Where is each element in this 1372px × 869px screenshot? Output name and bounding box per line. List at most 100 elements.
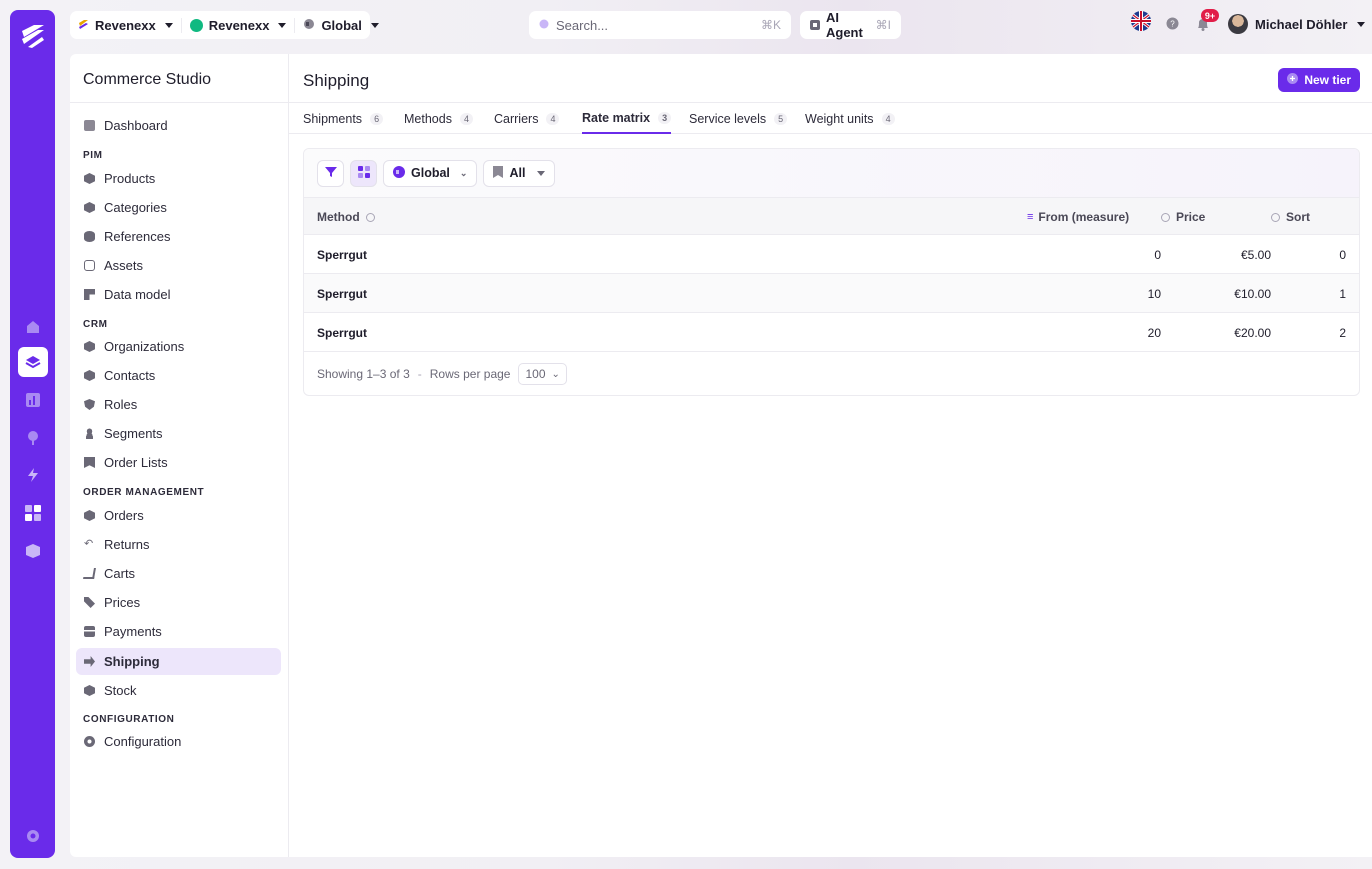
tab-label: Methods	[404, 111, 452, 126]
tab-carriers[interactable]: Carriers 4	[494, 103, 560, 134]
user-menu[interactable]: Michael Döhler	[1228, 14, 1366, 34]
agent-shortcut: ⌘I	[875, 18, 891, 32]
home-icon[interactable]	[18, 312, 48, 342]
sidebar-item-label: Dashboard	[104, 118, 168, 133]
tab-service-levels[interactable]: Service levels 5	[689, 103, 788, 134]
notification-badge: 9+	[1201, 9, 1219, 22]
sidebar-item-payments[interactable]: Payments	[76, 618, 281, 645]
tab-shipments[interactable]: Shipments 6	[303, 103, 384, 134]
new-tier-button[interactable]: New tier	[1278, 68, 1360, 92]
tab-methods[interactable]: Methods 4	[404, 103, 473, 134]
chevron-down-icon	[1357, 21, 1366, 27]
sidebar-item-shipping[interactable]: Shipping	[76, 648, 281, 675]
cell-from: 20	[1147, 326, 1161, 340]
sidebar-item-orders[interactable]: Orders	[76, 502, 281, 529]
table-row[interactable]: Sperrgut 10 €10.00 1	[304, 274, 1359, 313]
column-sort[interactable]: Sort	[1271, 210, 1310, 224]
category-cube-icon	[84, 202, 95, 213]
tab-rate-matrix[interactable]: Rate matrix 3	[582, 103, 672, 134]
sidebar-item-order-lists[interactable]: Order Lists	[76, 449, 281, 476]
sidebar-item-label: Orders	[104, 508, 144, 523]
sidebar-item-prices[interactable]: Prices	[76, 589, 281, 616]
bookmark-filter-select[interactable]: All	[483, 159, 556, 187]
dashboard-icon	[84, 120, 95, 131]
scope-filter-label: Global	[411, 166, 450, 180]
sidebar-item-label: Products	[104, 171, 156, 186]
gear-icon	[84, 736, 95, 747]
layers-icon[interactable]	[18, 347, 48, 377]
uk-flag-icon[interactable]	[1131, 11, 1151, 31]
tab-weight-units[interactable]: Weight units 4	[805, 103, 895, 134]
scope-filter-select[interactable]: Global ⌄	[383, 159, 478, 187]
column-from[interactable]: ≡ From (measure)	[1027, 210, 1129, 224]
search-placeholder: Search...	[556, 17, 609, 33]
tab-count: 5	[774, 112, 788, 125]
sidebar-item-label: Configuration	[104, 734, 182, 749]
table-row[interactable]: Sperrgut 20 €20.00 2	[304, 313, 1359, 352]
cell-sort: 2	[1339, 326, 1346, 340]
sort-descending-icon: ≡	[1027, 211, 1034, 223]
apps-icon[interactable]	[18, 498, 48, 528]
sidebar-item-organizations[interactable]: Organizations	[76, 333, 281, 360]
grid-view-icon	[357, 165, 370, 181]
filter-button[interactable]	[317, 159, 344, 187]
org-label: Revenexx	[95, 17, 156, 33]
sidebar-item-assets[interactable]: Assets	[76, 252, 281, 279]
chevron-down-icon: ⌄	[459, 167, 468, 178]
cell-method: Sperrgut	[317, 248, 368, 262]
ai-agent-button[interactable]: AI Agent ⌘I	[800, 10, 901, 40]
sidebar-item-stock[interactable]: Stock	[76, 677, 281, 704]
scope-selector[interactable]: Global	[294, 17, 386, 33]
chevron-down-icon	[537, 170, 546, 176]
cart-icon	[83, 568, 96, 579]
cube-icon	[84, 173, 95, 184]
sidebar-item-products[interactable]: Products	[76, 165, 281, 192]
cell-price: €10.00	[1234, 287, 1271, 301]
chevron-down-icon: ⌄	[551, 368, 560, 380]
sidebar-item-returns[interactable]: ↶ Returns	[76, 531, 281, 558]
bolt-icon[interactable]	[18, 460, 48, 490]
sidebar-item-data-model[interactable]: Data model	[76, 281, 281, 308]
filter-funnel-icon	[324, 166, 337, 181]
sidebar-item-segments[interactable]: Segments	[76, 420, 281, 447]
image-icon	[84, 260, 95, 271]
search-input[interactable]: Search... ⌘K	[529, 11, 791, 39]
sidebar-item-carts[interactable]: Carts	[76, 560, 281, 587]
cell-sort: 1	[1339, 287, 1346, 301]
cube-icon[interactable]	[18, 536, 48, 566]
tab-count: 4	[881, 112, 895, 125]
tab-label: Carriers	[494, 111, 539, 126]
column-method[interactable]: Method	[317, 210, 375, 224]
sidebar-item-categories[interactable]: Categories	[76, 194, 281, 221]
section-heading-configuration: CONFIGURATION	[83, 714, 175, 725]
sidebar-item-contacts[interactable]: Contacts	[76, 362, 281, 389]
tab-bar: Shipments 6 Methods 4 Carriers 4 Rate matri…	[289, 102, 1372, 134]
help-icon[interactable]: ?	[1166, 17, 1179, 30]
org-selector[interactable]: Revenexx	[70, 18, 181, 33]
package-icon	[84, 510, 95, 521]
sidebar-item-references[interactable]: References	[76, 223, 281, 250]
sidebar-item-dashboard[interactable]: Dashboard	[76, 112, 281, 139]
cell-from: 10	[1147, 287, 1161, 301]
rows-per-page-select[interactable]: 100 ⌄	[518, 363, 567, 385]
table-row[interactable]: Sperrgut 0 €5.00 0	[304, 235, 1359, 274]
sidebar-item-roles[interactable]: Roles	[76, 391, 281, 418]
view-grid-button[interactable]	[350, 159, 377, 187]
workspace-label: Revenexx	[208, 17, 270, 33]
sidebar-item-configuration[interactable]: Configuration	[76, 728, 281, 755]
org-logo-icon	[78, 18, 89, 33]
scope-label: Global	[321, 17, 362, 33]
shield-icon	[84, 399, 95, 410]
brand-logo-icon[interactable]	[20, 23, 46, 54]
new-tier-label: New tier	[1304, 73, 1351, 87]
search-shortcut: ⌘K	[760, 18, 781, 32]
users-icon	[84, 428, 95, 439]
column-price[interactable]: Price	[1161, 210, 1205, 224]
settings-gear-icon[interactable]	[18, 821, 48, 851]
chart-icon[interactable]	[18, 385, 48, 415]
table-header: Method ≡ From (measure) Price Sort	[304, 197, 1359, 235]
pin-icon[interactable]	[18, 423, 48, 453]
workspace-selector[interactable]: Revenexx	[180, 17, 295, 33]
credit-card-icon	[84, 626, 95, 637]
info-icon	[366, 213, 375, 222]
